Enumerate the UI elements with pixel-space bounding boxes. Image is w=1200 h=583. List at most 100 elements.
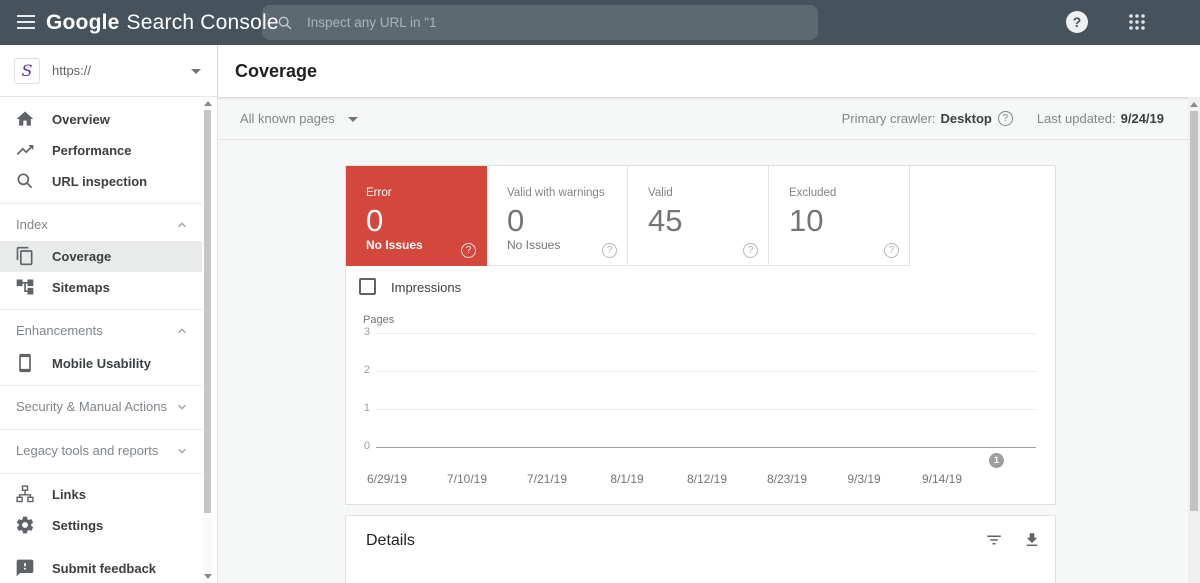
sidebar-section-security-manual-actions[interactable]: Security & Manual Actions [0, 392, 202, 422]
y-tick: 3 [352, 326, 370, 338]
scroll-up-arrow[interactable] [204, 101, 212, 106]
status-card-valid-with-warnings[interactable]: Valid with warnings 0 No Issues [487, 166, 628, 266]
sidebar-item-coverage[interactable]: Coverage [0, 241, 202, 272]
primary-crawler-value: Desktop [941, 111, 992, 126]
impressions-label: Impressions [391, 280, 461, 295]
coverage-summary-card: Error 0 No Issues Valid with warnings 0 … [345, 165, 1056, 505]
help-icon[interactable] [743, 243, 758, 258]
feedback-icon [15, 558, 35, 578]
appbar: Google Search Console Inspect any URL in… [0, 0, 1200, 45]
sidebar-item-label: Overview [52, 104, 110, 135]
sidebar-item-url-inspection[interactable]: URL inspection [0, 166, 202, 197]
section-label: Security & Manual Actions [16, 392, 167, 422]
chevron-down-icon[interactable] [348, 117, 358, 122]
main-content: All known pages Primary crawler: Desktop… [218, 97, 1200, 583]
sidebar-section-enhancements[interactable]: Enhancements [0, 316, 202, 346]
sidebar-scrollbar[interactable] [203, 97, 212, 583]
scrollbar-thumb[interactable] [1190, 111, 1198, 511]
section-label: Enhancements [16, 316, 103, 346]
x-tick: 8/12/19 [675, 472, 739, 486]
app-logo[interactable]: Google Search Console [46, 0, 279, 45]
download-button[interactable] [1023, 531, 1041, 549]
property-badge: S [14, 58, 40, 84]
status-value: 45 [648, 203, 682, 239]
search-icon [15, 171, 35, 191]
help-button[interactable] [1066, 11, 1088, 33]
sidebar: S https:// Overview Performance URL insp… [0, 45, 218, 583]
filter-button[interactable] [985, 531, 1003, 549]
sidebar-item-mobile-usability[interactable]: Mobile Usability [0, 348, 202, 379]
divider [0, 473, 202, 474]
sidebar-item-performance[interactable]: Performance [0, 135, 202, 166]
sitemaps-icon [15, 277, 35, 297]
sidebar-item-links[interactable]: Links [0, 479, 202, 510]
x-tick: 8/23/19 [755, 472, 819, 486]
annotation-marker[interactable]: 1 [989, 453, 1004, 468]
google-search-console: Google Search Console Inspect any URL in… [0, 0, 1200, 583]
status-label: Valid with warnings [507, 187, 605, 199]
scope-dropdown[interactable]: All known pages [240, 97, 335, 140]
gridline [376, 333, 1036, 334]
last-updated-value: 9/24/19 [1121, 111, 1164, 126]
main-scrollbar[interactable] [1188, 97, 1200, 583]
status-cards: Error 0 No Issues Valid with warnings 0 … [346, 166, 910, 266]
sidebar-item-label: Links [52, 479, 86, 510]
filter-icon [985, 531, 1003, 549]
sidebar-item-settings[interactable]: Settings [0, 510, 202, 541]
details-title: Details [366, 532, 415, 550]
status-card-valid[interactable]: Valid 45 [628, 166, 769, 266]
search-placeholder: Inspect any URL in "1 [307, 15, 437, 30]
scrollbar-thumb[interactable] [204, 110, 211, 513]
page-header: Coverage [218, 45, 1200, 97]
scroll-down-arrow[interactable] [204, 574, 212, 579]
last-updated-label: Last updated: [1037, 111, 1116, 126]
help-icon[interactable] [461, 243, 476, 258]
coverage-icon [15, 246, 35, 266]
sidebar-item-label: Performance [52, 135, 131, 166]
links-icon [15, 484, 35, 504]
x-tick: 7/21/19 [515, 472, 579, 486]
sidebar-item-overview[interactable]: Overview [0, 104, 202, 135]
status-label: Valid [648, 187, 673, 199]
status-subtext: No Issues [366, 238, 423, 252]
status-value: 0 [366, 203, 383, 239]
sidebar-item-sitemaps[interactable]: Sitemaps [0, 272, 202, 303]
sidebar-item-label: Mobile Usability [52, 348, 151, 379]
apps-grid-button[interactable] [1128, 13, 1146, 31]
gridline [376, 371, 1036, 372]
y-tick: 2 [352, 364, 370, 376]
crawler-help-icon[interactable] [998, 111, 1013, 126]
sidebar-section-legacy-tools[interactable]: Legacy tools and reports [0, 436, 202, 466]
help-icon[interactable] [602, 243, 617, 258]
divider [0, 203, 202, 204]
status-label: Excluded [789, 187, 836, 199]
home-icon [15, 109, 35, 129]
x-tick: 6/29/19 [355, 472, 419, 486]
y-tick: 1 [352, 402, 370, 414]
settings-icon [15, 515, 35, 535]
checkbox-unchecked[interactable] [359, 278, 376, 295]
x-tick: 9/14/19 [910, 472, 974, 486]
property-selector[interactable]: S https:// [0, 45, 217, 97]
menu-button[interactable] [17, 15, 35, 29]
divider [0, 309, 202, 310]
status-value: 10 [789, 203, 823, 239]
divider [0, 429, 202, 430]
status-label: Error [366, 187, 392, 199]
details-card: Details [345, 515, 1056, 583]
scroll-up-arrow[interactable] [1190, 102, 1198, 107]
logo-google: Google [46, 11, 120, 35]
chevron-up-icon [174, 217, 190, 233]
url-inspect-search-input[interactable]: Inspect any URL in "1 [262, 5, 818, 40]
sidebar-item-label: Coverage [52, 241, 111, 272]
status-value: 0 [507, 203, 524, 239]
sidebar-item-submit-feedback[interactable]: Submit feedback [0, 553, 202, 583]
chevron-up-icon [174, 323, 190, 339]
help-icon[interactable] [884, 243, 899, 258]
status-card-excluded[interactable]: Excluded 10 [769, 166, 910, 266]
section-label: Legacy tools and reports [16, 436, 158, 466]
section-label: Index [16, 210, 48, 240]
status-subtext: No Issues [507, 238, 560, 252]
sidebar-section-index[interactable]: Index [0, 210, 202, 240]
status-card-error[interactable]: Error 0 No Issues [346, 166, 487, 266]
